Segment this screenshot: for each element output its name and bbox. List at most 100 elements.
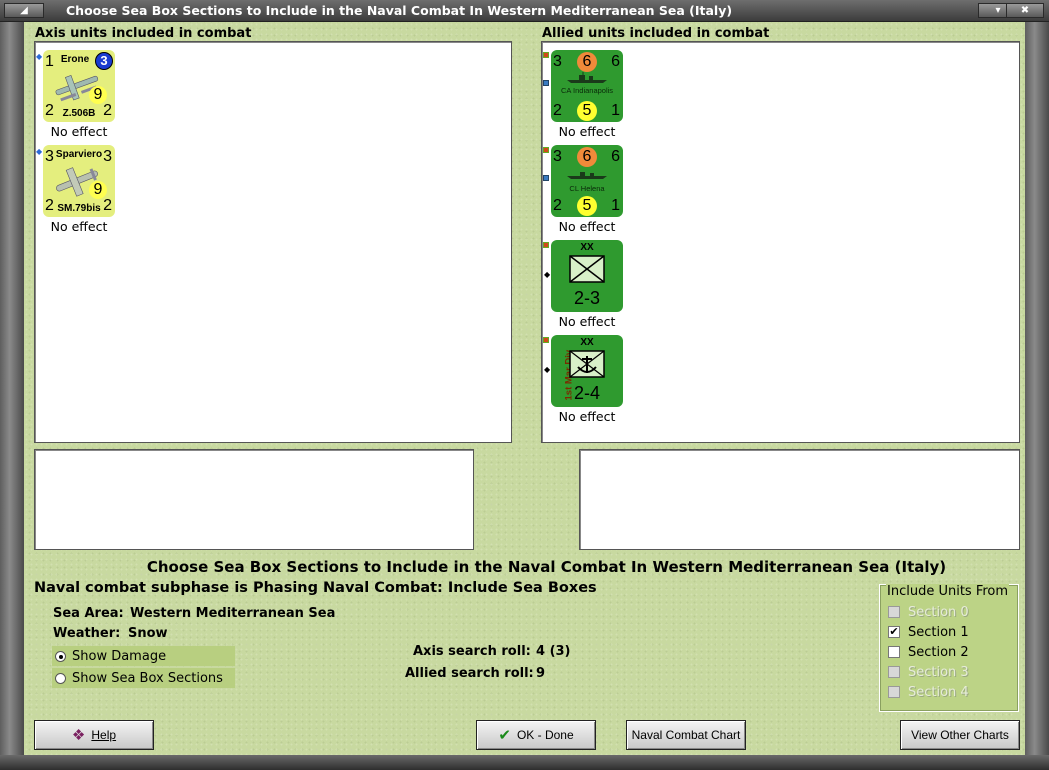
status-marker-icon [543, 175, 549, 181]
section-1-checkbox[interactable]: ✔ Section 1 [888, 623, 969, 641]
section-4-label: Section 4 [908, 684, 969, 700]
window-frame-right [1025, 22, 1049, 762]
radio-selected-icon [55, 650, 66, 662]
counter-top-right: 6 [611, 148, 620, 165]
view-other-charts-label: View Other Charts [911, 728, 1009, 742]
checkbox-disabled-icon [888, 606, 900, 618]
dialog-body: Axis units included in combat ◆ 1 Erone … [24, 22, 1025, 755]
counter-bottom-left: 2 [553, 102, 562, 119]
counter-bottom-right: 1 [611, 102, 620, 119]
allied-panel-header: Allied units included in combat [542, 26, 770, 41]
unit-helena[interactable]: 3 6 6 CL Helena 2 5 1 No effect [543, 145, 623, 234]
counter-top-left: 3 [553, 53, 562, 70]
naval-combat-chart-label: Naval Combat Chart [631, 728, 741, 742]
checkmark-icon: ✔ [888, 625, 900, 638]
section-marker-icon [543, 147, 549, 153]
counter-bottom-left: 2 [553, 197, 562, 214]
unit-indianapolis[interactable]: 3 6 6 CA Indianapolis 2 5 1 No effect [543, 50, 623, 139]
show-damage-label: Show Damage [72, 648, 167, 664]
cruiser-icon [567, 72, 607, 83]
unit-effect: No effect [558, 124, 616, 139]
counter-top-mid: 6 [577, 147, 597, 167]
section-0-checkbox: Section 0 [888, 603, 969, 621]
allied-units-panel: 3 6 6 CA Indianapolis 2 5 1 No effect 3 … [541, 41, 1020, 443]
section-marker-icon [543, 242, 549, 248]
unit-erone[interactable]: ◆ 1 Erone 3 9 2 Z.506B 2 No effect [36, 50, 115, 139]
allied-search-roll-label: Allied search roll: [405, 666, 534, 681]
ship-name: CL Helena [569, 184, 605, 193]
show-sea-box-label: Show Sea Box Sections [72, 670, 223, 686]
sea-area-value: Western Mediterranean Sea [130, 606, 336, 621]
section-4-checkbox: Section 4 [888, 683, 969, 701]
axis-search-roll-label: Axis search roll: [413, 644, 531, 659]
unit-size: XX [580, 242, 594, 253]
unit-counter: 3 6 6 CL Helena 2 5 1 [551, 145, 623, 217]
unit-counter: XX 2-3 [551, 240, 623, 312]
unit-effect: No effect [558, 409, 616, 424]
ship-name: CA Indianapolis [560, 86, 614, 95]
axis-search-roll-value: 4 (3) [536, 644, 571, 659]
section-marker-icon: ◆ [36, 147, 43, 156]
section-1-label: Section 1 [908, 624, 969, 640]
axis-units-panel: ◆ 1 Erone 3 9 2 Z.506B 2 No effect ◆ 3 S… [34, 41, 512, 443]
weather-value: Snow [128, 626, 168, 641]
counter-bottom-right: 2 [103, 102, 112, 119]
section-2-label: Section 2 [908, 644, 969, 660]
checkmark-icon: ✔ [498, 727, 511, 744]
unit-strength: 2-3 [573, 288, 600, 308]
counter-bottom-right: 1 [611, 197, 620, 214]
counter-circle: 3 [95, 52, 113, 70]
unit-effect: No effect [50, 124, 108, 139]
include-units-legend: Include Units From [886, 584, 1010, 599]
ok-done-button[interactable]: ✔ OK - Done [476, 720, 596, 750]
show-sea-box-radio[interactable]: Show Sea Box Sections [52, 668, 235, 688]
help-button[interactable]: ❖ Help [34, 720, 154, 750]
unit-strength: 2-4 [573, 383, 600, 403]
status-marker-icon: ◆ [544, 270, 551, 279]
window-frame-left [0, 22, 24, 762]
combat-title: Choose Sea Box Sections to Include in th… [146, 558, 947, 576]
section-0-label: Section 0 [908, 604, 969, 620]
show-damage-radio[interactable]: Show Damage [52, 646, 235, 666]
sea-area-label: Sea Area: [53, 606, 124, 621]
checkbox-empty-icon [888, 646, 900, 658]
title-bar: ◢ Choose Sea Box Sections to Include in … [0, 0, 1049, 22]
counter-top-right: 6 [611, 53, 620, 70]
section-marker-icon [543, 337, 549, 343]
unit-size: XX [580, 337, 594, 348]
system-menu-button[interactable]: ◢ [4, 3, 44, 18]
counter-top-mid: 6 [577, 52, 597, 72]
status-marker-icon: ◆ [544, 365, 551, 374]
axis-panel-header: Axis units included in combat [35, 26, 252, 41]
naval-combat-chart-button[interactable]: Naval Combat Chart [626, 720, 746, 750]
axis-details-panel [34, 449, 474, 550]
section-3-label: Section 3 [908, 664, 969, 680]
unit-counter: 3 Sparviero 3 9 2 SM.79bis 2 [43, 145, 115, 217]
unit-effect: No effect [558, 314, 616, 329]
status-marker-icon [543, 80, 549, 86]
window-frame-bottom [0, 755, 1049, 770]
section-marker-icon [543, 52, 549, 58]
radio-unselected-icon [55, 672, 66, 684]
unit-effect: No effect [50, 219, 108, 234]
unit-sparviero[interactable]: ◆ 3 Sparviero 3 9 2 SM.79bis 2 No effect [36, 145, 115, 234]
section-3-checkbox: Section 3 [888, 663, 969, 681]
unit-counter: 1 Erone 3 9 2 Z.506B 2 [43, 50, 115, 122]
book-icon: ❖ [71, 727, 86, 744]
window-title: Choose Sea Box Sections to Include in th… [66, 3, 733, 18]
unit-counter: 1st Mar Div XX 2-4 [551, 335, 623, 407]
view-other-charts-button[interactable]: View Other Charts [900, 720, 1020, 750]
help-button-label: Help [91, 728, 117, 742]
counter-top-left: 3 [553, 148, 562, 165]
checkbox-disabled-icon [888, 686, 900, 698]
counter-bottom-mid: 5 [577, 196, 597, 216]
unit-infantry-division[interactable]: ◆ XX 2-3 No effect [543, 240, 623, 329]
close-icon[interactable]: ✖ [1006, 3, 1044, 18]
counter-bottom-mid: 5 [577, 101, 597, 121]
infantry-symbol-icon [569, 255, 605, 283]
unit-1st-marine-division[interactable]: ◆ 1st Mar Div XX 2-4 No effect [543, 335, 623, 424]
subphase-text: Naval combat subphase is Phasing Naval C… [34, 580, 597, 596]
unit-counter: 3 6 6 CA Indianapolis 2 5 1 [551, 50, 623, 122]
section-2-checkbox[interactable]: Section 2 [888, 643, 969, 661]
counter-top-right: 3 [103, 148, 112, 165]
